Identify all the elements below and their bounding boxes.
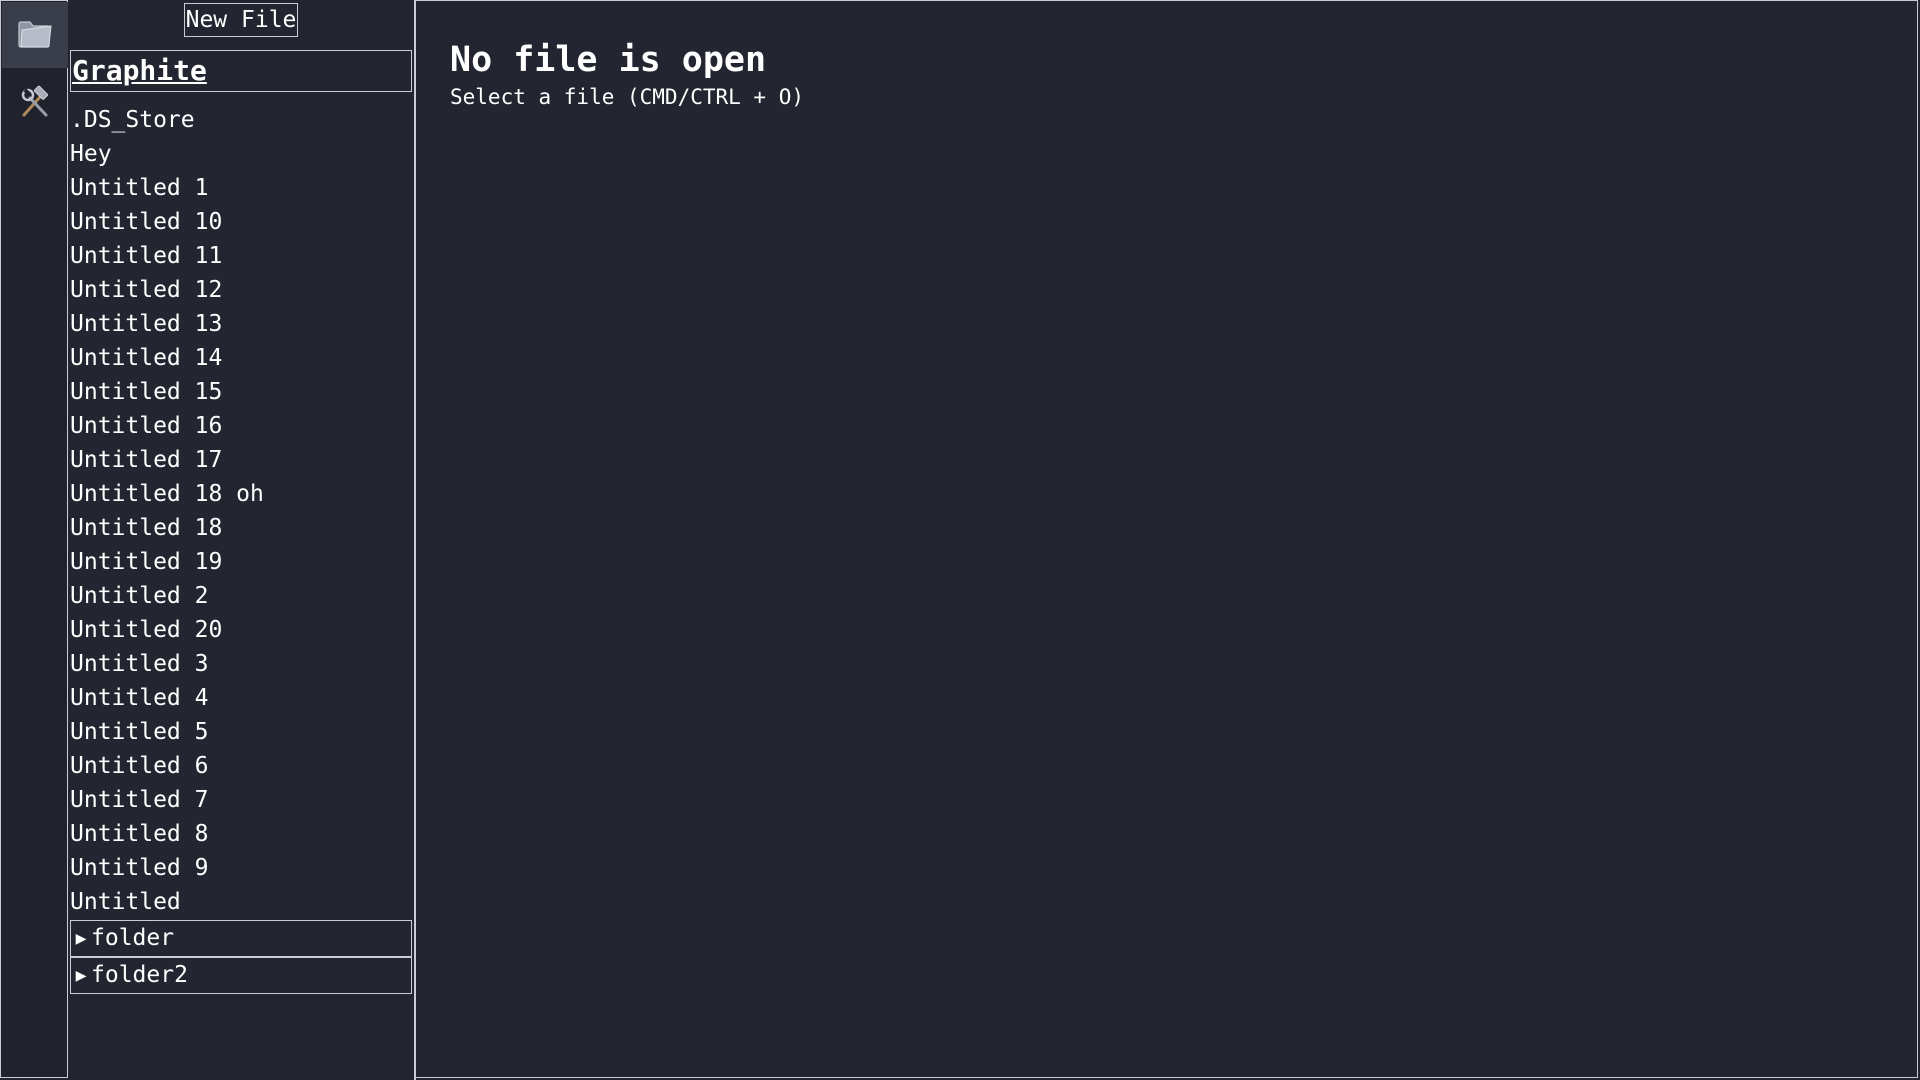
file-item[interactable]: Untitled 1 (70, 171, 412, 205)
folder-label: folder (91, 925, 175, 951)
file-item[interactable]: Untitled 13 (70, 307, 412, 341)
file-item[interactable]: Untitled 14 (70, 341, 412, 375)
app-window: New File Graphite .DS_Store Hey Untitled… (0, 0, 1920, 1080)
file-item[interactable]: Untitled 20 (70, 613, 412, 647)
new-file-button[interactable]: New File (184, 3, 298, 37)
caret-right-icon: ▶ (75, 965, 87, 986)
folder-label: folder2 (91, 962, 188, 988)
folder-item[interactable]: ▶ folder2 (70, 957, 412, 994)
editor-area: No file is open Select a file (CMD/CTRL … (416, 0, 1918, 1078)
tools-view-button[interactable] (2, 71, 68, 137)
file-item[interactable]: Untitled 18 oh (70, 477, 412, 511)
file-item[interactable]: Untitled 9 (70, 851, 412, 885)
file-item[interactable]: Untitled 2 (70, 579, 412, 613)
file-item[interactable]: Untitled 10 (70, 205, 412, 239)
empty-state-title: No file is open (450, 40, 767, 80)
caret-right-icon: ▶ (75, 928, 87, 949)
file-item[interactable]: Untitled 7 (70, 783, 412, 817)
file-item[interactable]: Untitled 17 (70, 443, 412, 477)
file-item[interactable]: Untitled 6 (70, 749, 412, 783)
file-item[interactable]: Untitled 12 (70, 273, 412, 307)
empty-state-subtitle: Select a file (CMD/CTRL + O) (450, 85, 805, 109)
file-explorer-sidebar: New File Graphite .DS_Store Hey Untitled… (68, 0, 416, 1080)
file-item[interactable]: .DS_Store (70, 103, 412, 137)
file-item[interactable]: Untitled (70, 885, 412, 919)
tools-icon (18, 85, 52, 123)
folder-item[interactable]: ▶ folder (70, 920, 412, 957)
folder-icon (17, 17, 53, 53)
file-item[interactable]: Untitled 3 (70, 647, 412, 681)
file-item[interactable]: Untitled 4 (70, 681, 412, 715)
file-item[interactable]: Untitled 8 (70, 817, 412, 851)
file-item[interactable]: Untitled 5 (70, 715, 412, 749)
file-item[interactable]: Untitled 18 (70, 511, 412, 545)
file-item[interactable]: Untitled 15 (70, 375, 412, 409)
file-item[interactable]: Hey (70, 137, 412, 171)
files-view-button[interactable] (2, 2, 68, 68)
file-item[interactable]: Untitled 11 (70, 239, 412, 273)
file-list: .DS_Store Hey Untitled 1 Untitled 10 Unt… (70, 103, 412, 919)
vault-title[interactable]: Graphite (70, 50, 412, 92)
file-item[interactable]: Untitled 19 (70, 545, 412, 579)
file-item[interactable]: Untitled 16 (70, 409, 412, 443)
activity-bar (0, 0, 68, 1078)
